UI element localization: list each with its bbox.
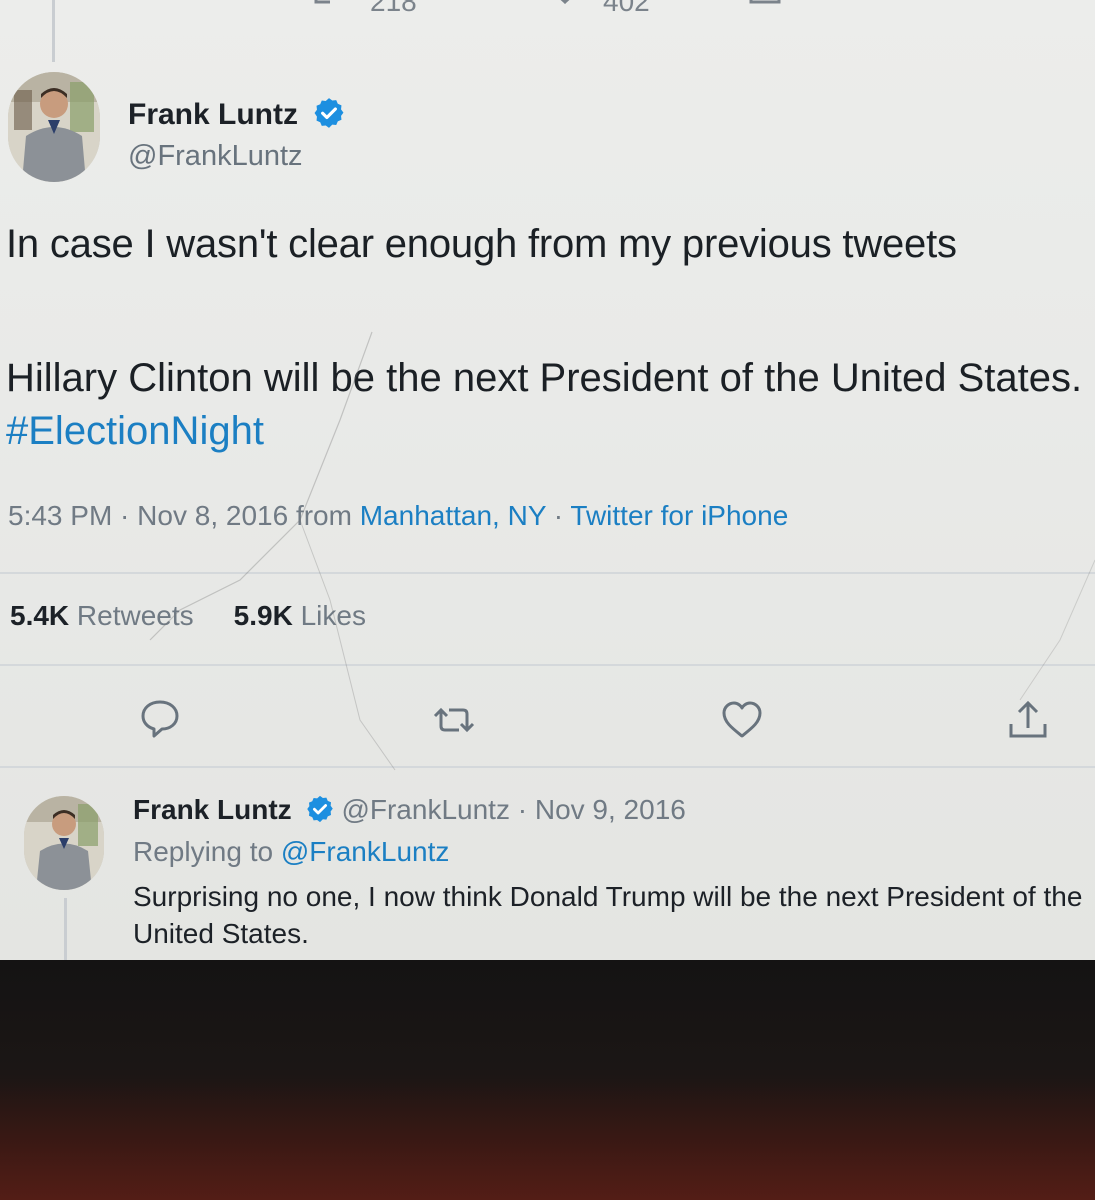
likes-count: 5.9K bbox=[233, 600, 293, 631]
tweet-time[interactable]: 5:43 PM bbox=[8, 500, 112, 531]
location-link[interactable]: Manhattan, NY bbox=[360, 500, 546, 531]
retweet-icon[interactable] bbox=[310, 0, 350, 12]
replying-prefix: Replying to bbox=[133, 836, 281, 867]
avatar-photo bbox=[8, 72, 100, 182]
source-link[interactable]: Twitter for iPhone bbox=[570, 500, 788, 531]
previous-like-count: 402 bbox=[603, 0, 650, 17]
tweet-text-line: In case I wasn't clear enough from my pr… bbox=[6, 222, 957, 266]
thread-line bbox=[52, 0, 55, 62]
divider bbox=[0, 572, 1095, 574]
from-label: from bbox=[288, 500, 360, 531]
meta-separator: · bbox=[112, 500, 138, 531]
replying-to: Replying to @FrankLuntz bbox=[133, 836, 449, 868]
tweet-text: Hillary Clinton will be the next Preside… bbox=[6, 356, 1083, 400]
tweet-text-body: Hillary Clinton will be the next Preside… bbox=[6, 352, 1086, 458]
reply-icon[interactable] bbox=[138, 696, 182, 740]
previous-retweet-count: 218 bbox=[370, 0, 417, 17]
likes-label: Likes bbox=[292, 600, 366, 631]
retweet-icon[interactable] bbox=[432, 698, 476, 742]
verified-badge-icon bbox=[314, 98, 344, 128]
divider bbox=[0, 664, 1095, 666]
reply-author-name[interactable]: Frank Luntz bbox=[133, 794, 292, 825]
author-name-text[interactable]: Frank Luntz bbox=[128, 98, 298, 131]
meta-separator: · bbox=[546, 500, 571, 531]
author-handle[interactable]: @FrankLuntz bbox=[128, 140, 303, 173]
retweets-stat[interactable]: 5.4K Retweets bbox=[10, 600, 194, 631]
avatar[interactable] bbox=[8, 72, 100, 182]
tweet-meta: 5:43 PM · Nov 8, 2016 from Manhattan, NY… bbox=[8, 500, 788, 532]
heart-icon[interactable] bbox=[545, 0, 585, 4]
reply-author-handle[interactable]: @FrankLuntz bbox=[341, 794, 510, 825]
bezel-reflection bbox=[0, 1080, 1095, 1200]
retweets-label: Retweets bbox=[69, 600, 194, 631]
avatar-photo bbox=[24, 796, 104, 890]
tweet-stats: 5.4K Retweets 5.9K Likes bbox=[10, 600, 366, 632]
divider bbox=[0, 766, 1095, 768]
previous-tweet-actions: 218 402 bbox=[0, 0, 1095, 20]
likes-stat[interactable]: 5.9K Likes bbox=[234, 600, 366, 631]
meta-separator: · bbox=[509, 794, 535, 825]
author-name[interactable]: Frank Luntz bbox=[128, 96, 346, 132]
reply-text: Surprising no one, I now think Donald Tr… bbox=[133, 881, 1083, 949]
share-icon[interactable] bbox=[1006, 698, 1050, 742]
thread-line bbox=[64, 898, 67, 960]
heart-icon[interactable] bbox=[720, 698, 764, 742]
share-icon[interactable] bbox=[745, 0, 785, 8]
replying-to-link[interactable]: @FrankLuntz bbox=[281, 836, 450, 867]
hashtag-link[interactable]: #ElectionNight bbox=[6, 409, 264, 453]
verified-badge-icon bbox=[307, 795, 334, 823]
reply-date[interactable]: Nov 9, 2016 bbox=[535, 794, 686, 825]
reply-header: Frank Luntz @FrankLuntz · Nov 9, 2016 bbox=[133, 794, 686, 826]
reply-avatar[interactable] bbox=[24, 796, 104, 890]
retweets-count: 5.4K bbox=[10, 600, 70, 631]
tweet-date[interactable]: Nov 8, 2016 bbox=[137, 500, 288, 531]
phone-screen: 218 402 Frank Luntz @FrankLuntz In case … bbox=[0, 0, 1095, 960]
